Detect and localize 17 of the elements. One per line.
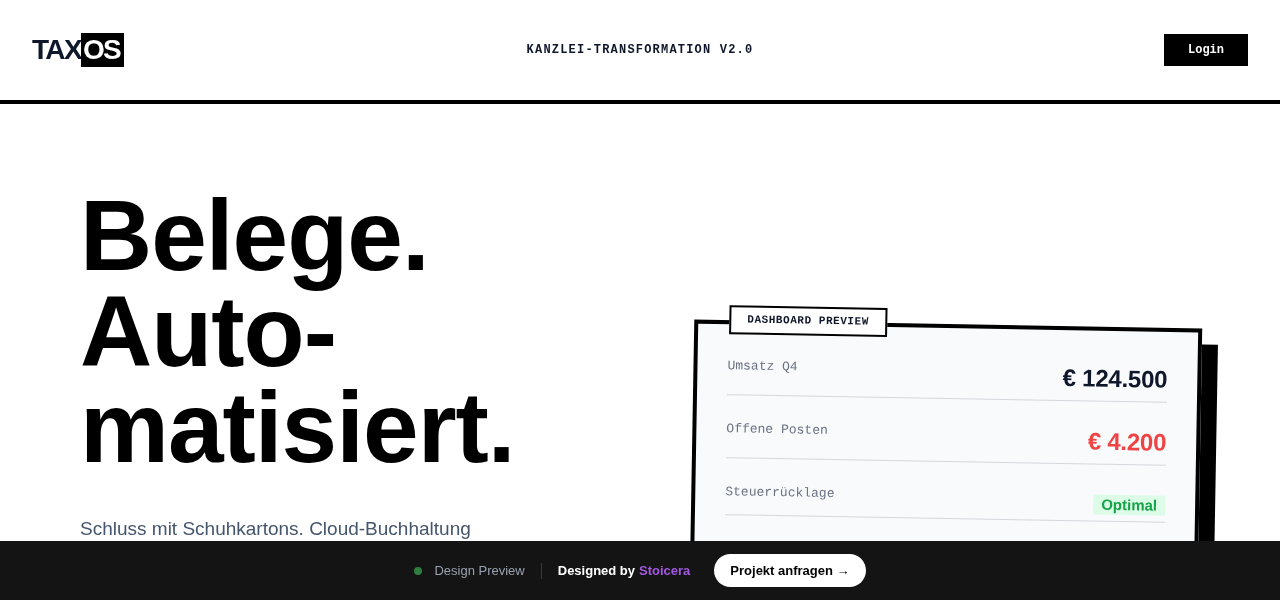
hero-headline: Belege. Auto- matisiert. [80, 187, 515, 475]
card-label: DASHBOARD PREVIEW [729, 305, 888, 337]
credit-link[interactable]: Stoicera [639, 560, 691, 581]
metric-label: Offene Posten [726, 420, 828, 440]
login-button[interactable]: Login [1164, 34, 1248, 66]
logo-text: TAX [32, 33, 81, 67]
metric-value: € 124.500 [1062, 363, 1168, 395]
logo-highlight: OS [80, 33, 124, 67]
hero-subtitle: Schluss mit Schuhkartons. Cloud-Buchhaltung [80, 517, 472, 541]
request-project-button[interactable]: Projekt anfragen → [714, 554, 866, 587]
metric-value: € 4.200 [1087, 426, 1167, 458]
metric-label: Umsatz Q4 [727, 357, 798, 377]
tagline: KANZLEI-TRANSFORMATION V2.0 [526, 42, 754, 59]
credit-text: Designed by [557, 561, 636, 580]
status-badge: Optimal [1093, 494, 1166, 516]
metric-label: Steuerrücklage [725, 483, 835, 504]
preview-status: Design Preview [434, 561, 525, 580]
